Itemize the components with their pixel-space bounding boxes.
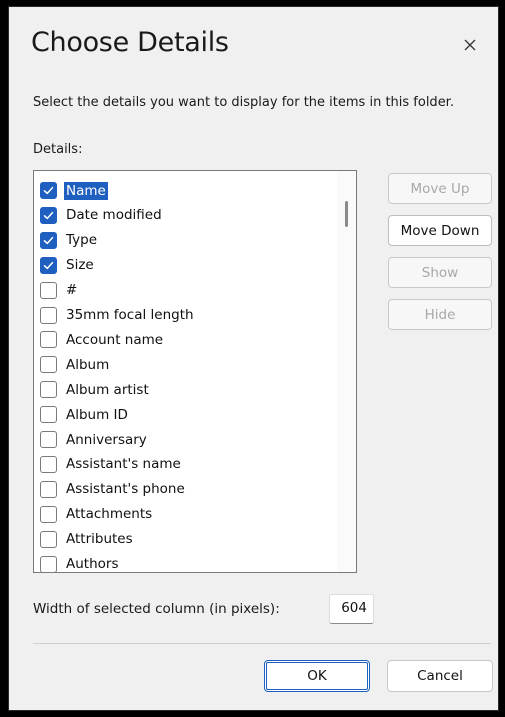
item-label: Album artist (66, 381, 149, 398)
item-checkbox[interactable] (40, 206, 57, 224)
item-checkbox[interactable] (40, 256, 57, 274)
item-checkbox[interactable] (40, 182, 57, 199)
close-icon (464, 39, 476, 51)
list-item[interactable]: Date modified (40, 203, 164, 228)
list-item[interactable]: Authors (40, 552, 120, 572)
details-listbox[interactable]: Name Date modified Type Size #35mm focal len… (33, 170, 357, 573)
list-item[interactable]: Assistant's name (40, 452, 183, 477)
close-button[interactable] (456, 31, 484, 59)
list-item[interactable]: Type (40, 228, 99, 253)
item-checkbox[interactable] (40, 356, 57, 374)
item-checkbox[interactable] (40, 381, 57, 399)
item-label: # (66, 282, 78, 299)
list-item[interactable]: Album artist (40, 377, 151, 402)
column-width-input[interactable]: 604 (329, 594, 374, 624)
item-label: Album (66, 356, 110, 373)
item-checkbox[interactable] (40, 281, 57, 299)
show-label: Show (421, 264, 459, 281)
checkmark-icon (43, 211, 54, 220)
item-checkbox[interactable] (40, 555, 57, 572)
list-item[interactable]: Album ID (40, 402, 130, 427)
item-checkbox[interactable] (40, 306, 57, 324)
move-down-button[interactable]: Move Down (388, 215, 492, 246)
column-width-label: Width of selected column (in pixels): (33, 601, 280, 617)
item-label: Attachments (66, 506, 153, 523)
ok-label: OK (307, 668, 327, 684)
list-item[interactable]: Attributes (40, 527, 135, 552)
checkmark-icon (43, 186, 54, 195)
divider (33, 643, 491, 644)
item-checkbox[interactable] (40, 530, 57, 548)
list-item[interactable]: Anniversary (40, 427, 149, 452)
item-label: Album ID (66, 406, 128, 423)
dialog-title: Choose Details (31, 27, 229, 58)
item-label: Assistant's name (66, 456, 181, 473)
item-checkbox[interactable] (40, 480, 57, 498)
choose-details-dialog: Choose Details Select the details you wa… (8, 6, 499, 711)
list-item[interactable]: Name (40, 178, 109, 203)
list-item[interactable]: Account name (40, 327, 165, 352)
item-label: Account name (66, 331, 164, 348)
item-label: Date modified (66, 207, 162, 224)
hide-button[interactable]: Hide (388, 299, 492, 330)
list-item[interactable]: Size (40, 253, 96, 278)
item-label: Type (66, 232, 98, 249)
item-checkbox[interactable] (40, 455, 57, 473)
item-label: Authors (66, 556, 119, 572)
list-item[interactable]: Attachments (40, 502, 154, 527)
cancel-button[interactable]: Cancel (387, 660, 493, 692)
scrollbar-thumb[interactable] (345, 201, 348, 227)
item-label: 35mm focal length (66, 307, 194, 323)
list-item[interactable]: 35mm focal length (40, 303, 196, 328)
move-up-label: Move Up (410, 180, 470, 197)
move-up-button[interactable]: Move Up (388, 173, 492, 204)
list-item[interactable]: # (40, 278, 79, 303)
item-label: Name (63, 180, 109, 201)
details-list: Name Date modified Type Size #35mm focal len… (34, 171, 337, 572)
item-label: Anniversary (66, 431, 147, 448)
checkmark-icon (43, 261, 54, 269)
cancel-label: Cancel (417, 668, 463, 684)
ok-button[interactable]: OK (264, 660, 370, 692)
list-item[interactable]: Assistant's phone (40, 477, 187, 502)
item-checkbox[interactable] (40, 431, 57, 448)
dialog-description: Select the details you want to display f… (33, 95, 454, 110)
details-label: Details: (33, 142, 83, 157)
item-label: Size (66, 257, 94, 274)
list-item[interactable]: Album (40, 352, 111, 377)
show-button[interactable]: Show (388, 257, 492, 288)
move-down-label: Move Down (400, 222, 480, 239)
item-checkbox[interactable] (40, 231, 57, 249)
checkmark-icon (43, 236, 54, 244)
item-label: Attributes (66, 531, 133, 548)
item-label: Assistant's phone (66, 481, 185, 498)
item-checkbox[interactable] (40, 505, 57, 523)
list-scrollbar[interactable] (337, 171, 356, 572)
item-checkbox[interactable] (40, 406, 57, 424)
item-checkbox[interactable] (40, 331, 57, 349)
hide-label: Hide (424, 306, 456, 323)
